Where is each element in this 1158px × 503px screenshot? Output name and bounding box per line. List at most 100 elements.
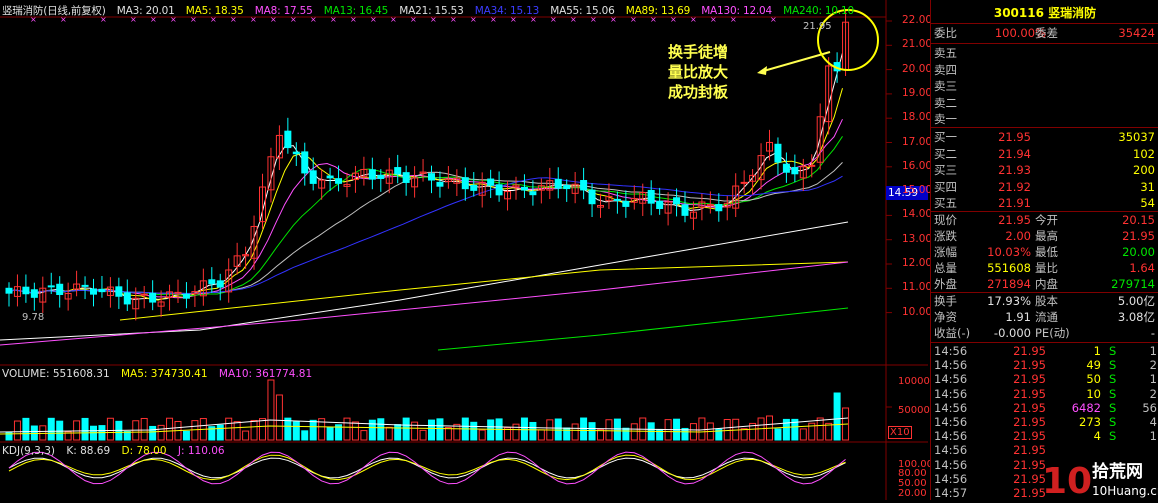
sell-row[interactable]: 卖一 [931, 111, 1158, 128]
price-axis-label: 19.00 [902, 86, 933, 99]
candle-body [782, 163, 790, 173]
stat-label-1: 涨跌 [934, 229, 957, 243]
volume-unit: X10 [888, 426, 912, 439]
watermark-url: 10Huang.cn [1092, 484, 1158, 498]
buy-vol: 31 [1140, 179, 1155, 194]
stat-label-2: 内盘 [1035, 277, 1058, 291]
candle-body [791, 167, 799, 175]
sell-row[interactable]: 卖五 [931, 45, 1158, 62]
candle-body [47, 285, 55, 288]
stat-label-1: 涨幅 [934, 245, 957, 259]
candle-body [554, 178, 562, 189]
stat-label-1: 现价 [934, 213, 957, 227]
annotation-line-2: 量比放大 [668, 63, 729, 81]
stat2-label-1: 换手 [934, 294, 957, 308]
volume-bar [622, 427, 630, 441]
ma13-label: MA13: 16.45 [323, 5, 389, 17]
volume-bar [571, 423, 579, 441]
buy-row[interactable]: 买三 21.93 200 [931, 162, 1158, 179]
diff-label: 委差 [1035, 26, 1058, 40]
candle-body [613, 198, 621, 202]
volume-bar [512, 423, 520, 441]
stat2-label-2: PE(动) [1035, 326, 1070, 340]
sell-row[interactable]: 卖三 [931, 78, 1158, 95]
price-axis-label: 10.00 [902, 305, 933, 318]
volume-bar [309, 419, 317, 441]
buy-label: 买三 [934, 163, 957, 177]
price-axis-label: 12.00 [902, 257, 933, 269]
highlight-circle [817, 9, 879, 71]
stock-name: 竖瑞消防 [1048, 6, 1097, 20]
ma34-label: MA34: 15.13 [474, 5, 540, 17]
buy-label: 买五 [934, 196, 957, 210]
volume-bar [613, 418, 621, 441]
stat2-row: 换手 17.93% 股本 5.00亿 [931, 293, 1158, 310]
kdj-k-line [8, 457, 846, 479]
buy-row[interactable]: 买五 21.91 54 [931, 195, 1158, 212]
sell-row[interactable]: 卖二 [931, 95, 1158, 112]
volume-title: VOLUME: 551608.31 [2, 368, 110, 380]
stat-row: 涨幅 10.03% 最低 20.00 [931, 244, 1158, 261]
buy-row[interactable]: 买四 21.92 31 [931, 179, 1158, 196]
annotation-text: 换手徒增 量比放大 成功封板 [668, 42, 728, 102]
kline-chart-svg[interactable]: × × × × × × × × × × × × × × × × × × × × × × × × × × × × × × × × × × × [0, 0, 928, 500]
ma21-label: MA21: 15.53 [399, 5, 464, 17]
volume-bar [470, 421, 478, 441]
kdj-title: KDJ(9,3,3) [2, 445, 55, 457]
buy-label: 买二 [934, 146, 957, 161]
stat-value-1: 2.00 [1005, 229, 1031, 243]
candle-body [520, 186, 528, 191]
buy-price: 21.92 [998, 179, 1031, 194]
stat-value-2: 20.00 [1122, 245, 1155, 259]
stat-value-2: 1.64 [1129, 261, 1155, 275]
candle-body [123, 292, 131, 305]
price-axis-label: 15.00 [902, 184, 933, 197]
kline-chart-area[interactable]: × × × × × × × × × × × × × × × × × × × × × × × × × × × × × × × × × × × 竖瑞消防… [0, 0, 936, 500]
kdj-d-line [8, 454, 846, 481]
volume-bar [385, 426, 393, 441]
sell-row[interactable]: 卖四 [931, 62, 1158, 79]
candle-body [487, 178, 495, 186]
volume-bar [816, 417, 824, 441]
volume-bar [216, 424, 224, 441]
ma130-label: MA130: 12.04 [701, 5, 773, 17]
volume-bar [242, 430, 250, 441]
buy-vol: 54 [1140, 196, 1155, 210]
stat-value-1: 271894 [987, 277, 1031, 291]
stat2-value-2: - [1150, 326, 1155, 340]
volume-bar [630, 423, 638, 441]
buy-row[interactable]: 买二 21.94 102 [931, 146, 1158, 163]
candle-body [681, 204, 689, 216]
volume-bar [233, 421, 241, 441]
stat2-value-1: 1.91 [1005, 310, 1031, 324]
candle-body [563, 185, 571, 190]
volume-bar [301, 430, 309, 441]
stat-label-1: 外盘 [934, 277, 957, 291]
high-price-label: 21.95 [803, 21, 832, 32]
stat-label-1: 总量 [934, 261, 957, 275]
annotation-arrow-head [757, 66, 767, 75]
volume-bar [605, 419, 613, 441]
buy-row[interactable]: 买一 21.95 35037 [931, 129, 1158, 146]
volume-bar [588, 422, 596, 441]
candle-body [216, 280, 224, 288]
stat-row: 涨跌 2.00 最高 21.95 [931, 228, 1158, 245]
candle-body [495, 184, 503, 196]
price-axis-label: 21.00 [902, 38, 933, 51]
buy-vol: 200 [1133, 163, 1155, 177]
kdj-legend: KDJ(9,3,3) K: 88.69 D: 78.00 J: 110.06 [2, 445, 233, 457]
sell-label: 卖二 [934, 95, 957, 110]
ma89-label: MA89: 13.69 [625, 5, 691, 17]
volume-bar [419, 429, 427, 441]
stat-value-1: 551608 [987, 261, 1031, 275]
volume-bar [554, 418, 562, 441]
volume-bar [13, 420, 21, 441]
ma5-line [5, 88, 843, 301]
volume-bar [292, 421, 300, 441]
stat2-value-1: 17.93% [987, 294, 1031, 308]
volume-bar [825, 422, 833, 441]
ma8-label: MA8: 17.55 [254, 5, 313, 17]
volume-bar [284, 417, 292, 441]
sell-label: 卖一 [934, 112, 957, 126]
stock-code: 300116 [993, 6, 1044, 20]
